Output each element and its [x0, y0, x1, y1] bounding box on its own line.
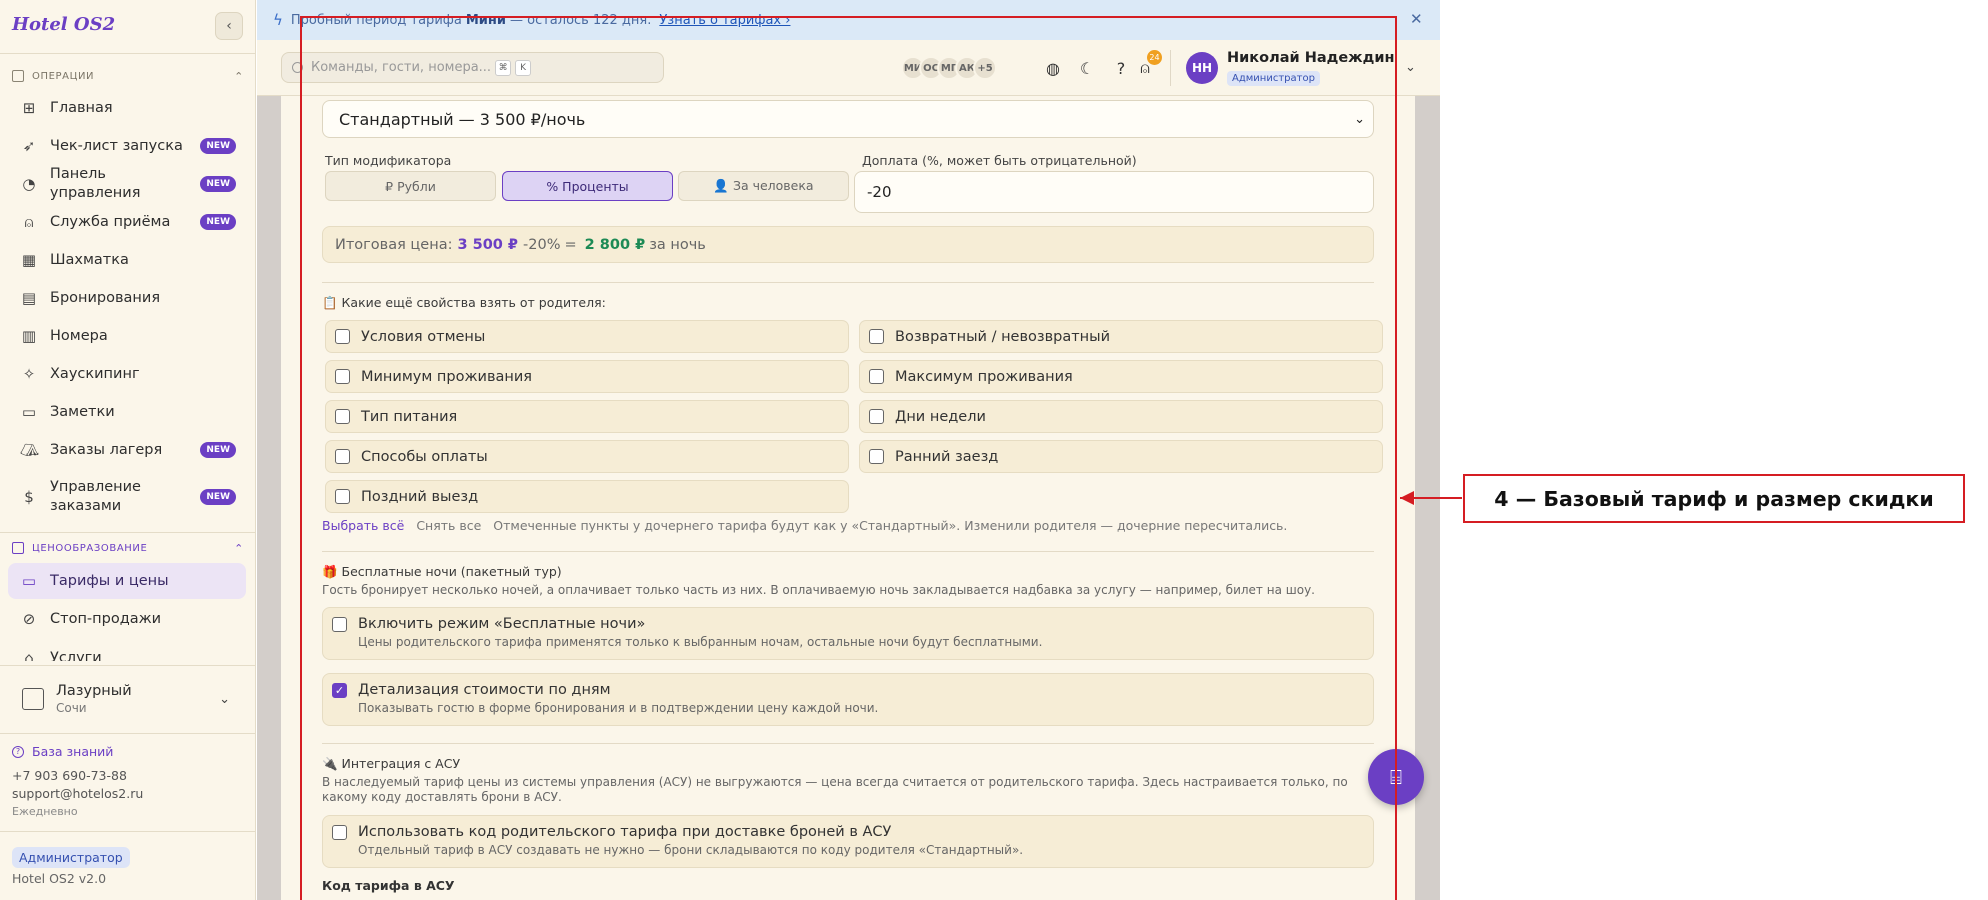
sparkle-icon: ✧ [22, 365, 36, 383]
tent-icon: ⛺︎ [20, 441, 40, 459]
divider [0, 53, 256, 54]
sidebar-item-camp-orders[interactable]: ⛺︎ Заказы лагеря NEW [8, 432, 246, 468]
support-phone[interactable]: +7 903 690-73-88 [12, 768, 127, 783]
sidebar-item-label: Главная [50, 99, 113, 116]
hotel-switcher[interactable]: Лазурный Сочи ⌄ [12, 673, 242, 725]
sidebar-item-chessboard[interactable]: ▦ Шахматка [8, 242, 246, 278]
collapse-sidebar-button[interactable]: ‹ [215, 12, 243, 40]
hotel-city: Сочи [56, 701, 87, 715]
divider [0, 831, 256, 832]
support-hours: Ежедневно [12, 805, 78, 818]
lightning-icon: ϟ [273, 11, 283, 29]
knowledge-base-label: База знаний [32, 744, 114, 759]
new-badge: NEW [200, 138, 236, 154]
sidebar-item-label: Заметки [50, 403, 115, 420]
chevron-down-icon: ⌄ [219, 691, 230, 707]
sidebar-item-rooms[interactable]: ▥ Номера [8, 318, 246, 354]
sidebar-item-label: Чек-лист запуска [50, 137, 183, 154]
card-icon: ▭ [21, 572, 37, 590]
grid-icon [12, 70, 24, 82]
sidebar-item-launch-checklist[interactable]: ➶ Чек-лист запуска NEW [8, 128, 246, 164]
chevron-up-icon: ⌃ [234, 541, 244, 555]
section-title: ОПЕРАЦИИ [32, 70, 95, 82]
sidebar-item-tariffs[interactable]: ▭ Тарифы и цены [8, 563, 246, 599]
chevron-up-icon: ⌃ [234, 69, 244, 83]
chevron-down-icon[interactable]: ⌄ [1405, 60, 1416, 75]
table-icon: ▦ [21, 251, 37, 269]
role-badge: Администратор [12, 847, 130, 868]
sidebar-item-label: Служба приёма [50, 213, 171, 230]
divider [0, 665, 256, 666]
sidebar-item-label: Стоп-продажи [50, 610, 162, 627]
bell-icon: ⍝ [24, 213, 34, 231]
sidebar-item-label: Шахматка [50, 251, 129, 268]
hotel-name: Лазурный [56, 683, 132, 699]
section-operations[interactable]: ОПЕРАЦИИ ⌃ [12, 67, 244, 85]
app-logo[interactable]: Hotel OS2 [12, 14, 115, 35]
annotation-arrowhead [1400, 491, 1414, 505]
sidebar-item-services[interactable]: ⌂ Услуги [8, 639, 246, 661]
section-title: ЦЕНООБРАЗОВАНИЕ [32, 542, 148, 554]
annotation-label: 4 — Базовый тариф и размер скидки [1463, 474, 1965, 523]
knowledge-base-link[interactable]: ? База знаний [12, 744, 113, 759]
divider [0, 532, 256, 533]
new-badge: NEW [200, 489, 236, 505]
building-icon: ▥ [21, 327, 37, 345]
sidebar-item-housekeeping[interactable]: ✧ Хаускипинг [8, 356, 246, 392]
gauge-icon: ◔ [22, 175, 36, 193]
sidebar-item-order-management[interactable]: $ Управление заказами NEW [8, 474, 246, 520]
grid-icon: ⊞ [22, 99, 36, 117]
sidebar-item-label: Заказы лагеря [50, 441, 163, 458]
new-badge: NEW [200, 442, 236, 458]
sidebar-item-home[interactable]: ⊞ Главная [8, 90, 246, 126]
note-icon: ▭ [21, 403, 37, 421]
sidebar-item-label: Хаускипинг [50, 365, 140, 382]
sidebar-item-dashboard[interactable]: ◔ Панель управления NEW [8, 166, 246, 202]
annotation-highlight-box [300, 16, 1397, 900]
sidebar-item-label: Услуги [50, 650, 102, 661]
card-icon [12, 542, 24, 554]
close-icon[interactable]: ✕ [1410, 10, 1423, 28]
app-version: Hotel OS2 v2.0 [12, 871, 107, 886]
ban-icon: ⊘ [22, 610, 36, 628]
new-badge: NEW [200, 176, 236, 192]
sidebar-item-label: Панель управления [49, 166, 141, 201]
sidebar-item-label: Управление заказами [50, 479, 141, 514]
sidebar-item-bookings[interactable]: ▤ Бронирования [8, 280, 246, 316]
sidebar-item-notes[interactable]: ▭ Заметки [8, 394, 246, 430]
tag-icon: ⌂ [24, 649, 34, 661]
clipboard-icon: ▤ [21, 289, 37, 307]
support-email[interactable]: support@hotelos2.ru [12, 786, 143, 801]
sidebar: Hotel OS2 ‹ ОПЕРАЦИИ ⌃ ⊞ Главная ➶ Чек-лис… [0, 0, 256, 900]
sidebar-item-stop-sales[interactable]: ⊘ Стоп-продажи [8, 601, 246, 637]
divider [0, 733, 256, 734]
building-icon [22, 688, 44, 710]
sidebar-item-label: Номера [50, 327, 108, 344]
sidebar-item-label: Бронирования [50, 289, 161, 306]
help-icon: ? [12, 745, 24, 758]
section-pricing[interactable]: ЦЕНООБРАЗОВАНИЕ ⌃ [12, 539, 244, 557]
rocket-icon: ➶ [22, 137, 36, 155]
sidebar-item-front-desk[interactable]: ⍝ Служба приёма NEW [8, 204, 246, 240]
receipt-icon: $ [24, 488, 34, 506]
new-badge: NEW [200, 214, 236, 230]
sidebar-item-label: Тарифы и цены [50, 572, 169, 589]
chevron-left-icon: ‹ [226, 18, 232, 34]
